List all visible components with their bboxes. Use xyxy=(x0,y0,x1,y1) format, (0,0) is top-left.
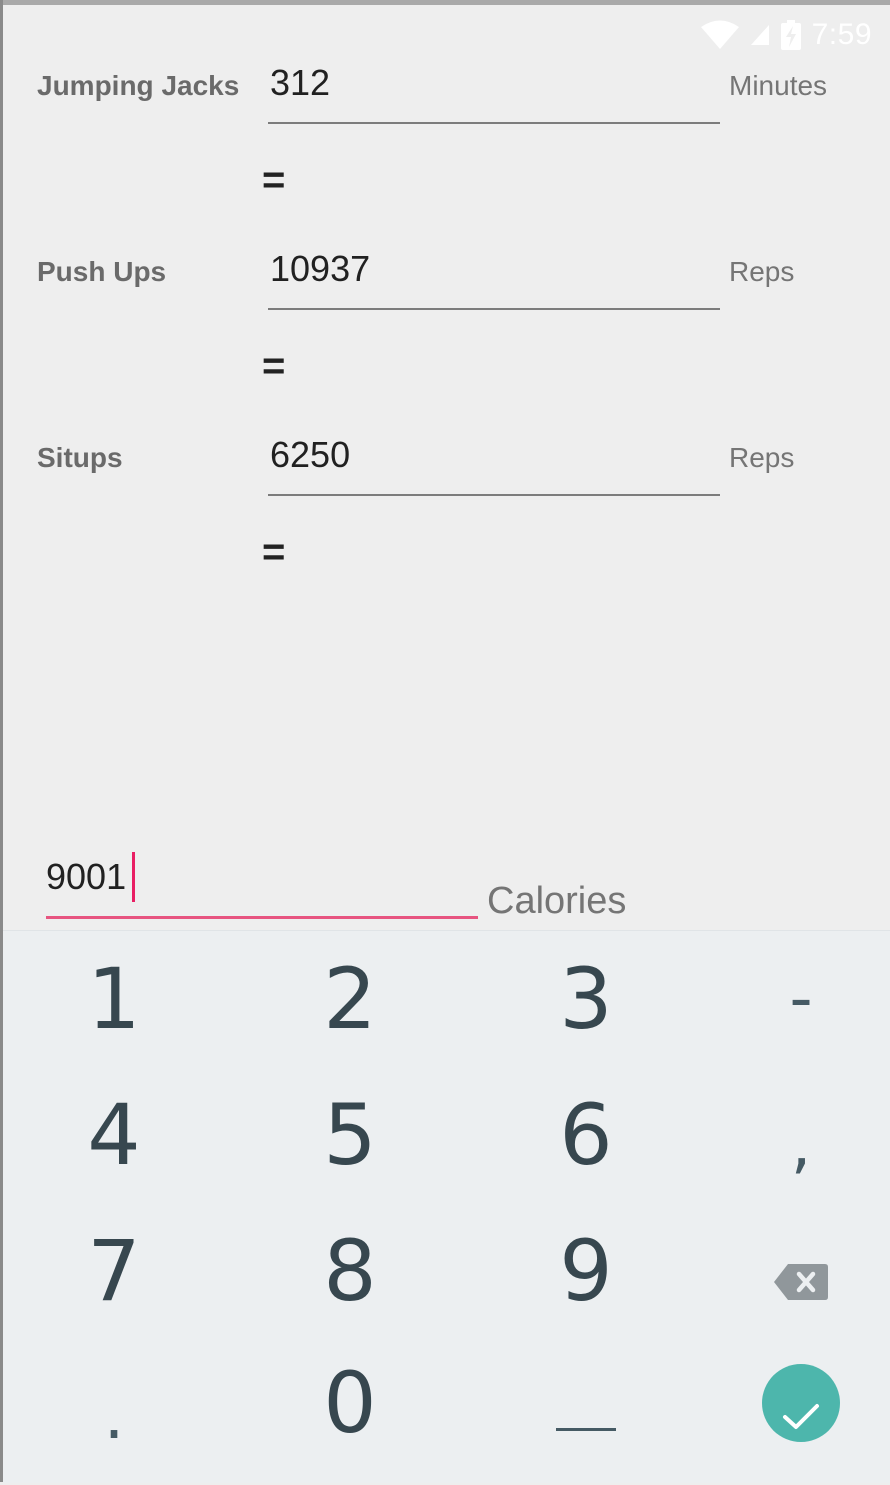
input-underline xyxy=(268,122,720,124)
input-underline-focused xyxy=(46,916,478,919)
input-underline xyxy=(268,494,720,496)
backspace-key[interactable] xyxy=(690,1203,890,1339)
key-9[interactable]: 9 xyxy=(475,1203,697,1339)
key-2[interactable]: 2 xyxy=(239,931,461,1067)
key-decimal[interactable]: . xyxy=(3,1349,225,1485)
input-value: 9001 xyxy=(46,856,127,897)
check-icon xyxy=(781,1354,821,1452)
equals-sign: = xyxy=(262,158,286,202)
cell-signal-icon xyxy=(750,24,770,46)
exercise-row-jumping-jacks: Jumping Jacks 312 Minutes xyxy=(0,56,890,146)
clock: 7:59 xyxy=(811,18,872,51)
key-7[interactable]: 7 xyxy=(3,1203,225,1339)
exercise-row-push-ups: Push Ups 10937 Reps xyxy=(0,242,890,332)
equals-sign: = xyxy=(262,530,286,574)
key-comma[interactable]: , xyxy=(690,1077,890,1213)
key-6[interactable]: 6 xyxy=(475,1067,697,1203)
backspace-icon xyxy=(774,1222,828,1320)
input-value: 6250 xyxy=(270,434,351,475)
key-3[interactable]: 3 xyxy=(475,931,697,1067)
done-key[interactable] xyxy=(690,1335,890,1471)
key-5[interactable]: 5 xyxy=(239,1067,461,1203)
key-minus[interactable]: - xyxy=(690,931,890,1067)
equals-sign: = xyxy=(262,344,286,388)
status-bar: 7:59 xyxy=(700,14,872,56)
key-8[interactable]: 8 xyxy=(239,1203,461,1339)
battery-charging-icon xyxy=(780,20,802,50)
exercise-row-situps: Situps 6250 Reps xyxy=(0,428,890,518)
input-underline xyxy=(268,308,720,310)
input-value: 10937 xyxy=(270,248,371,289)
space-key[interactable] xyxy=(475,1335,697,1471)
calories-unit-label: Calories xyxy=(487,880,627,922)
key-0[interactable]: 0 xyxy=(239,1335,461,1471)
key-1[interactable]: 1 xyxy=(3,931,225,1067)
calories-input[interactable]: 9001 xyxy=(46,850,478,922)
unit-label: Reps xyxy=(729,442,795,473)
exercise-label: Push Ups xyxy=(37,256,167,287)
done-button[interactable] xyxy=(762,1364,840,1442)
text-cursor xyxy=(132,852,135,902)
exercise-label: Jumping Jacks xyxy=(37,70,240,101)
key-4[interactable]: 4 xyxy=(3,1067,225,1203)
unit-label: Reps xyxy=(729,256,795,287)
unit-label: Minutes xyxy=(729,70,828,101)
input-value: 312 xyxy=(270,62,331,103)
exercise-label: Situps xyxy=(37,442,123,473)
window-frame-top xyxy=(0,0,890,5)
wifi-icon xyxy=(700,20,740,50)
space-icon xyxy=(555,1348,617,1458)
numeric-keyboard: 1 2 3 - 4 5 6 , 7 8 9 . 0 xyxy=(3,930,890,1483)
